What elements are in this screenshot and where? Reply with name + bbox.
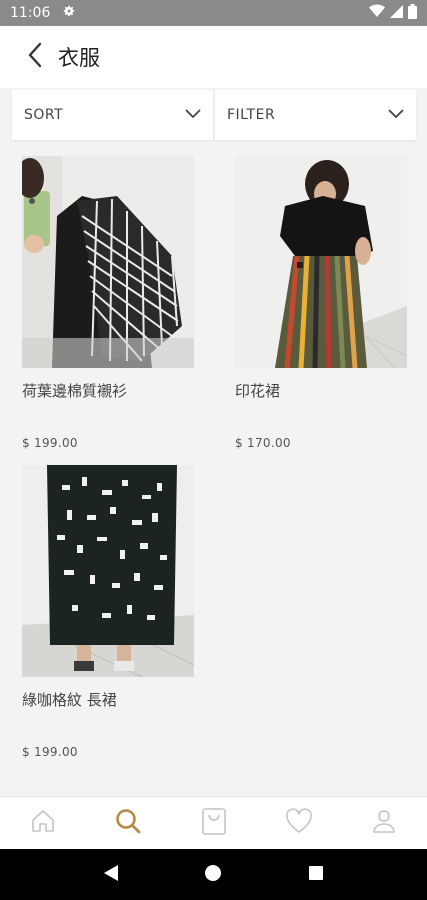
chevron-down-icon xyxy=(185,107,201,123)
filter-button[interactable]: FILTER xyxy=(215,90,416,140)
triangle-back-icon xyxy=(103,864,119,886)
battery-icon xyxy=(408,3,417,23)
sort-label: SORT xyxy=(24,107,64,123)
product-price: $ 199.00 xyxy=(22,436,78,450)
product-card[interactable]: 綠咖格紋 長裙 $ 199.00 xyxy=(22,465,194,759)
sort-button[interactable]: SORT xyxy=(12,90,213,140)
page-title: 衣服 xyxy=(58,46,100,70)
settings-gear-icon xyxy=(62,4,76,22)
nav-search[interactable] xyxy=(85,797,170,849)
search-icon xyxy=(114,807,142,839)
status-time: 11:06 xyxy=(10,5,51,21)
profile-icon xyxy=(371,808,397,838)
back-button[interactable] xyxy=(20,37,50,77)
app-bar: 衣服 xyxy=(0,26,427,88)
home-icon xyxy=(30,808,56,838)
signal-icon xyxy=(390,4,403,22)
bottom-nav xyxy=(0,796,427,849)
chevron-left-icon xyxy=(27,42,43,72)
product-image[interactable] xyxy=(22,465,194,677)
product-card[interactable]: 印花裙 $ 170.00 xyxy=(235,156,407,450)
square-recents-icon xyxy=(308,865,324,885)
heart-icon xyxy=(285,808,313,838)
product-price: $ 170.00 xyxy=(235,436,291,450)
product-image[interactable] xyxy=(22,156,194,368)
wifi-icon xyxy=(369,4,385,22)
sort-filter-bar: SORT FILTER xyxy=(12,90,416,140)
product-image[interactable] xyxy=(235,156,407,368)
system-nav-bar xyxy=(0,849,427,900)
bag-icon xyxy=(201,806,227,840)
system-recents-button[interactable] xyxy=(296,855,336,895)
product-name[interactable]: 荷葉邊棉質襯衫 xyxy=(22,380,194,402)
system-home-button[interactable] xyxy=(193,855,233,895)
chevron-down-icon xyxy=(388,107,404,123)
status-bar: 11:06 xyxy=(0,0,427,26)
nav-profile[interactable] xyxy=(342,797,427,849)
product-name[interactable]: 印花裙 xyxy=(235,380,407,402)
nav-bag[interactable] xyxy=(171,797,256,849)
product-price: $ 199.00 xyxy=(22,745,78,759)
circle-home-icon xyxy=(204,864,222,886)
system-back-button[interactable] xyxy=(91,855,131,895)
nav-wishlist[interactable] xyxy=(256,797,341,849)
nav-home[interactable] xyxy=(0,797,85,849)
filter-label: FILTER xyxy=(227,107,276,123)
product-card[interactable]: 荷葉邊棉質襯衫 $ 199.00 xyxy=(22,156,194,450)
product-name[interactable]: 綠咖格紋 長裙 xyxy=(22,689,194,711)
